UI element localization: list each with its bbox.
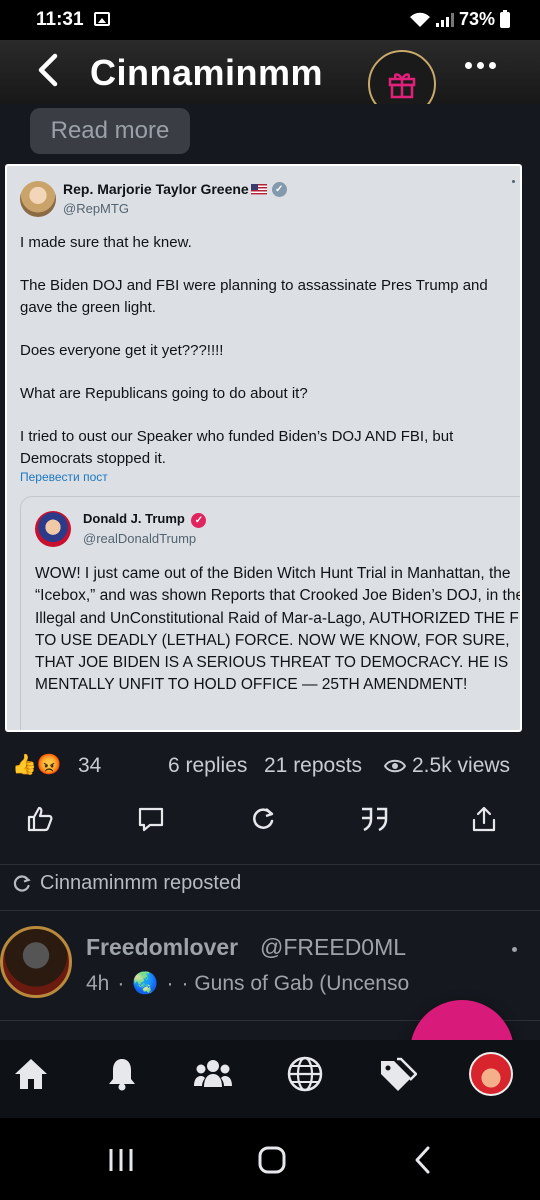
screenshot-paragraph: Does everyone get it yet???!!!! (20, 342, 224, 359)
post-stats: 👍😡 34 6 replies 21 reposts 2.5k views (0, 744, 540, 784)
reposts-count[interactable]: 21 reposts (264, 754, 362, 778)
screenshot-more-icon (512, 180, 515, 183)
screenshot-author-handle: @RepMTG (63, 201, 129, 216)
verified-badge-icon: ✓ (191, 513, 207, 528)
page-title: Cinnaminmm (90, 52, 324, 93)
share-button[interactable] (464, 799, 504, 839)
screenshot-author-name: Rep. Marjorie Taylor Greene (63, 181, 249, 197)
quoted-author-handle: @realDonaldTrump (83, 531, 197, 546)
repost-button[interactable] (243, 799, 283, 839)
divider (0, 864, 540, 865)
status-bar: 11:31 73% (0, 0, 540, 40)
chevron-left-icon (415, 1146, 430, 1174)
compose-button[interactable] (410, 1000, 514, 1040)
next-post-author-handle[interactable]: @FREED0ML (260, 934, 406, 961)
nav-notifications[interactable] (100, 1052, 144, 1096)
dot-icon (476, 61, 484, 69)
people-icon (194, 1060, 232, 1087)
wifi-icon (409, 12, 430, 27)
comment-button[interactable] (131, 799, 171, 839)
next-post-group[interactable]: · Guns of Gab (Uncenso (182, 972, 410, 996)
system-navigation-bar (0, 1118, 540, 1200)
next-post-time: 4h (86, 972, 110, 995)
nav-explore[interactable] (283, 1052, 327, 1096)
comment-icon (138, 807, 164, 832)
quoted-author-name: Donald J. Trump (83, 511, 185, 526)
screenshot-author: Rep. Marjorie Taylor Greene ✓ (63, 181, 287, 197)
read-more-button[interactable]: Read more (30, 108, 190, 154)
share-icon (472, 806, 496, 832)
meta-separator: · (166, 972, 174, 995)
gift-icon (388, 73, 416, 99)
post-detail: Read more Rep. Marjorie Taylor Greene ✓ … (0, 104, 540, 1040)
home-system-button[interactable] (252, 1142, 292, 1178)
quoted-author: Donald J. Trump ✓ (83, 511, 207, 528)
quote-icon (362, 807, 388, 832)
recent-apps-icon (109, 1149, 133, 1171)
dot-icon (464, 61, 472, 69)
translate-post-link: Перевести пост (20, 470, 108, 484)
post-actions (0, 799, 540, 839)
verified-badge-icon: ✓ (271, 181, 287, 197)
chevron-left-icon (38, 53, 58, 87)
eye-icon (384, 759, 406, 773)
attached-screenshot[interactable]: Rep. Marjorie Taylor Greene ✓ @RepMTG I … (5, 164, 522, 732)
status-indicators: 73% (409, 9, 510, 30)
us-flag-icon (250, 183, 267, 195)
views-count: 2.5k views (384, 754, 510, 778)
battery-percent: 73% (458, 9, 495, 29)
mtg-avatar (20, 181, 56, 217)
signal-icon (435, 12, 454, 27)
tags-icon (381, 1057, 417, 1091)
screenshot-paragraph: The Biden DOJ and FBI were planning to a… (20, 277, 488, 316)
next-post-more-icon[interactable] (512, 947, 517, 952)
thumbs-up-icon (27, 806, 53, 832)
repost-notice-text: Cinnaminmm reposted (40, 872, 242, 894)
back-system-button[interactable] (403, 1142, 443, 1178)
meta-separator: · (117, 972, 125, 995)
screenshot-text: I made sure that he knew. The Biden DOJ … (20, 232, 515, 491)
replies-count[interactable]: 6 replies (168, 754, 247, 778)
globe-icon: 🌏 (132, 972, 159, 995)
quoted-post: Donald J. Trump ✓ @realDonaldTrump WOW! … (20, 496, 522, 730)
repost-icon (13, 874, 31, 892)
status-time: 11:31 (36, 9, 84, 30)
top-app-bar: Cinnaminmm (0, 40, 540, 118)
home-square-icon (258, 1146, 286, 1174)
battery-icon (500, 9, 510, 28)
next-post-avatar[interactable] (0, 926, 72, 998)
quote-button[interactable] (354, 799, 394, 839)
quoted-text: WOW! I just came out of the Biden Witch … (35, 565, 522, 694)
views-label: 2.5k views (412, 754, 511, 777)
globe-icon (287, 1056, 323, 1092)
home-icon (15, 1059, 47, 1089)
repost-notice: Cinnaminmm reposted (12, 872, 241, 895)
bottom-navigation (0, 1040, 540, 1118)
screenshot-paragraph: I tried to oust our Speaker who funded B… (20, 428, 454, 467)
nav-marketplace[interactable] (375, 1052, 419, 1096)
screenshot-paragraph: I made sure that he knew. (20, 234, 192, 251)
next-post-author-name[interactable]: Freedomlover (86, 934, 238, 961)
repost-icon (253, 808, 274, 829)
recent-apps-button[interactable] (101, 1142, 141, 1178)
image-notification-icon (94, 12, 110, 26)
divider (0, 910, 540, 911)
reaction-emojis[interactable]: 👍😡 (12, 752, 62, 777)
like-button[interactable] (20, 799, 60, 839)
screenshot-paragraph: What are Republicans going to do about i… (20, 385, 308, 402)
pencil-icon (442, 1032, 482, 1040)
trump-avatar (35, 511, 71, 547)
reaction-count[interactable]: 34 (78, 754, 101, 778)
more-options-button[interactable] (460, 50, 500, 80)
nav-groups[interactable] (191, 1052, 235, 1096)
dot-icon (488, 61, 496, 69)
nav-profile-avatar[interactable] (469, 1052, 513, 1096)
bell-icon (109, 1059, 135, 1091)
nav-home[interactable] (9, 1052, 53, 1096)
back-button[interactable] (28, 50, 68, 90)
next-post-meta: 4h · 🌏 · · Guns of Gab (Uncenso (86, 972, 409, 996)
